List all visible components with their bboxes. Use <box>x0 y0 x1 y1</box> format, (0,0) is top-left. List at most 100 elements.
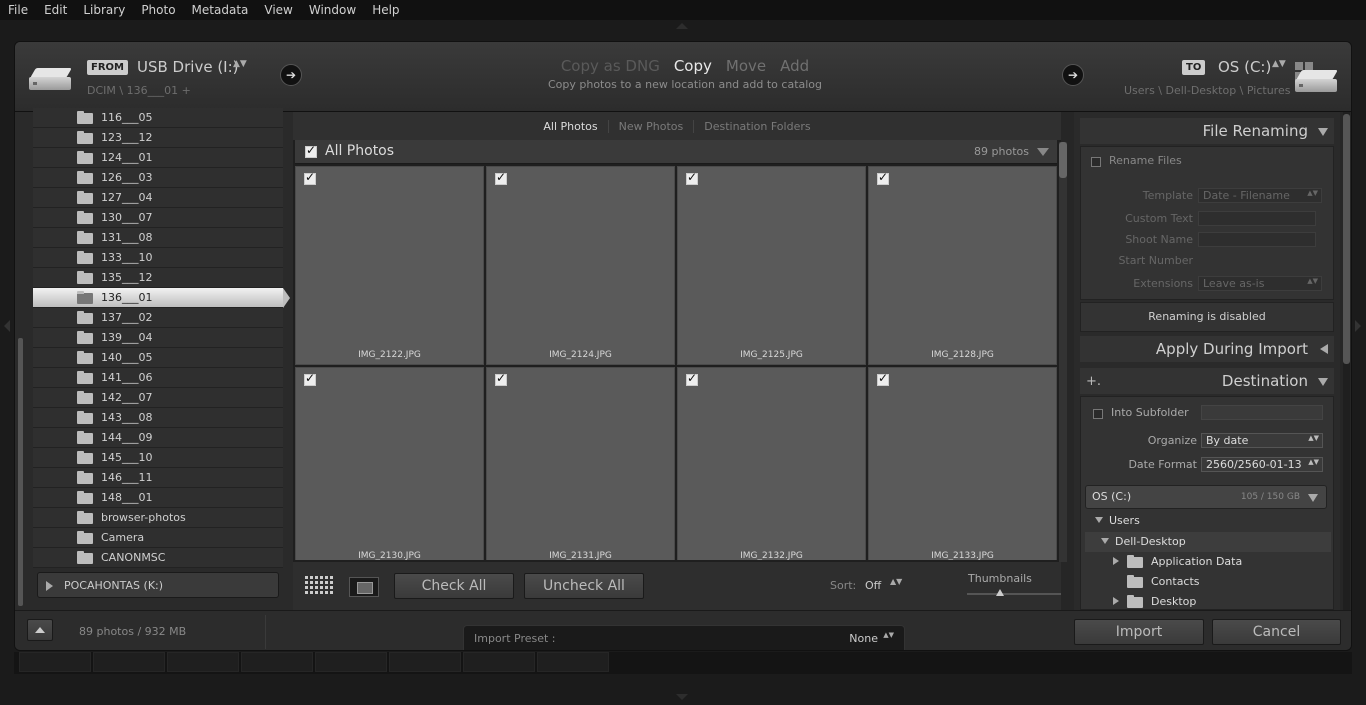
menu-library[interactable]: Library <box>75 3 133 17</box>
source-folder-item[interactable]: 126___03 <box>33 168 283 188</box>
photo-thumbnail[interactable]: IMG_2130.JPG <box>295 367 484 560</box>
grid-scrollbar[interactable] <box>1059 142 1067 562</box>
tab-all-photos[interactable]: All Photos <box>533 120 607 133</box>
source-folder-item[interactable]: browser-photos <box>33 508 283 528</box>
source-scrollbar[interactable] <box>18 338 23 606</box>
mode-move[interactable]: Move <box>726 57 766 79</box>
import-button[interactable]: Import <box>1074 619 1204 645</box>
check-all-button[interactable]: Check All <box>394 573 514 599</box>
photo-checkbox[interactable] <box>877 170 889 185</box>
source-folder-item[interactable]: 144___09 <box>33 428 283 448</box>
sort-select[interactable]: Off <box>865 579 881 592</box>
source-folder-item[interactable]: 142___07 <box>33 388 283 408</box>
tree-item-contacts[interactable]: Contacts <box>1085 572 1331 592</box>
loupe-view-icon[interactable] <box>349 577 379 597</box>
menu-photo[interactable]: Photo <box>133 3 183 17</box>
file-renaming-header[interactable]: File Renaming <box>1080 118 1334 144</box>
source-folder-item[interactable]: 133___10 <box>33 248 283 268</box>
import-preset-bar[interactable]: Import Preset : None ▲▼ <box>463 625 905 650</box>
source-folder-item[interactable]: 130___07 <box>33 208 283 228</box>
tab-new-photos[interactable]: New Photos <box>607 119 694 133</box>
destination-drive-row[interactable]: OS (C:) 105 / 150 GB <box>1085 485 1327 509</box>
source-folder-item[interactable]: 141___06 <box>33 368 283 388</box>
destination-drive-select[interactable]: OS (C:) <box>1218 58 1271 76</box>
source-folder-item[interactable]: 137___02 <box>33 308 283 328</box>
source-folder-item[interactable]: 145___10 <box>33 448 283 468</box>
menu-view[interactable]: View <box>256 3 300 17</box>
apply-during-import-header[interactable]: Apply During Import <box>1080 336 1334 362</box>
add-destination-icon[interactable]: +. <box>1086 374 1101 389</box>
tree-item-users[interactable]: Users <box>1085 511 1331 531</box>
template-select[interactable]: Date - Filename ▲▼ <box>1198 188 1322 203</box>
photo-thumbnail[interactable]: IMG_2125.JPG <box>677 166 866 365</box>
shoot-name-input[interactable] <box>1198 232 1316 247</box>
tree-item-application-data[interactable]: Application Data <box>1085 552 1331 572</box>
photo-thumbnail[interactable]: IMG_2133.JPG <box>868 367 1057 560</box>
menu-help[interactable]: Help <box>364 3 407 17</box>
rename-files-checkbox[interactable] <box>1091 157 1101 167</box>
updown-icon[interactable]: ▲▼ <box>233 60 247 69</box>
source-folder-item[interactable]: 124___01 <box>33 148 283 168</box>
source-folder-item[interactable]: 116___05 <box>33 108 283 128</box>
destination-header[interactable]: Destination <box>1080 368 1334 394</box>
photo-thumbnail[interactable]: IMG_2128.JPG <box>868 166 1057 365</box>
photo-checkbox[interactable] <box>686 170 698 185</box>
source-folder-item[interactable]: 148___01 <box>33 488 283 508</box>
photo-checkbox[interactable] <box>686 371 698 386</box>
all-photos-checkbox[interactable] <box>305 143 317 158</box>
import-preset-select[interactable]: None <box>849 632 878 645</box>
photo-checkbox[interactable] <box>304 371 316 386</box>
tree-item-desktop[interactable]: Desktop <box>1085 592 1331 612</box>
photo-checkbox[interactable] <box>495 170 507 185</box>
right-panel-toggle-icon[interactable] <box>1355 320 1361 332</box>
drive-pocahontas[interactable]: POCAHONTAS (K:) <box>37 572 279 598</box>
tab-destination-folders[interactable]: Destination Folders <box>693 119 820 133</box>
source-folder-item[interactable]: 131___08 <box>33 228 283 248</box>
mode-copy[interactable]: Copy <box>674 57 712 79</box>
photo-thumbnail[interactable]: IMG_2124.JPG <box>486 166 675 365</box>
photo-checkbox[interactable] <box>877 371 889 386</box>
photo-thumbnail[interactable]: IMG_2122.JPG <box>295 166 484 365</box>
organize-select[interactable]: By date ▲▼ <box>1201 433 1323 448</box>
menu-file[interactable]: File <box>0 3 36 17</box>
photo-checkbox[interactable] <box>304 170 316 185</box>
updown-icon[interactable]: ▲▼ <box>883 632 894 639</box>
source-folder-item[interactable]: CANONMSC <box>33 548 283 568</box>
tree-item-dell-desktop[interactable]: Dell-Desktop <box>1085 532 1331 552</box>
source-folder-item[interactable]: 143___08 <box>33 408 283 428</box>
subfolder-name-input[interactable] <box>1201 405 1323 420</box>
source-drive-select[interactable]: USB Drive (I:) <box>137 58 239 76</box>
source-folder-item[interactable]: 123___12 <box>33 128 283 148</box>
mode-add[interactable]: Add <box>780 57 809 79</box>
settings-scroll-thumb[interactable] <box>1343 114 1350 364</box>
expand-dialog-button[interactable] <box>27 619 53 641</box>
cancel-button[interactable]: Cancel <box>1212 619 1341 645</box>
updown-icon[interactable]: ▲▼ <box>1272 60 1286 69</box>
grid-scroll-thumb[interactable] <box>1059 142 1067 178</box>
uncheck-all-button[interactable]: Uncheck All <box>524 573 644 599</box>
photo-checkbox[interactable] <box>495 371 507 386</box>
thumbnail-size-slider[interactable] <box>967 593 1061 595</box>
mode-copy-as-dng[interactable]: Copy as DNG <box>561 57 660 79</box>
source-folder-item[interactable]: 139___04 <box>33 328 283 348</box>
photo-thumbnail[interactable]: IMG_2131.JPG <box>486 367 675 560</box>
source-folder-item[interactable]: 136___01 <box>33 288 283 308</box>
extensions-select[interactable]: Leave as-is ▲▼ <box>1198 276 1322 291</box>
updown-icon[interactable]: ▲▼ <box>890 578 902 586</box>
top-panel-toggle-icon[interactable] <box>676 23 688 29</box>
menu-metadata[interactable]: Metadata <box>184 3 257 17</box>
source-folder-item[interactable]: 127___04 <box>33 188 283 208</box>
grid-view-icon[interactable] <box>305 576 335 596</box>
photo-thumbnail[interactable]: IMG_2132.JPG <box>677 367 866 560</box>
menu-edit[interactable]: Edit <box>36 3 75 17</box>
left-panel-toggle-icon[interactable] <box>4 320 10 332</box>
menu-window[interactable]: Window <box>301 3 364 17</box>
source-folder-item[interactable]: 135___12 <box>33 268 283 288</box>
date-format-select[interactable]: 2560/2560-01-13 ▲▼ <box>1201 457 1323 472</box>
source-folder-item[interactable]: Camera <box>33 528 283 548</box>
custom-text-input[interactable] <box>1198 211 1316 226</box>
source-folder-item[interactable]: 140___05 <box>33 348 283 368</box>
bottom-panel-toggle-icon[interactable] <box>676 694 688 700</box>
collapse-triangle-icon[interactable] <box>1037 148 1049 156</box>
thumbnail-slider-handle[interactable] <box>995 589 1004 596</box>
